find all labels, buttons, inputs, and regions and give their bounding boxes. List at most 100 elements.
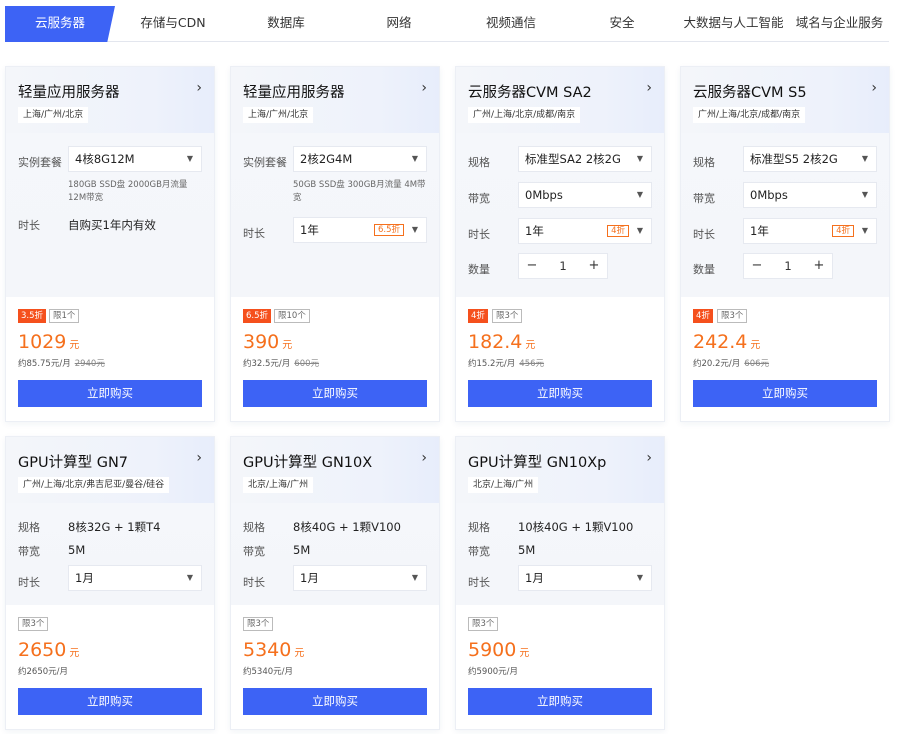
spec-select[interactable]: 标准型S5 2核2G ▼ [743,146,877,172]
card-footer: 4折 限3个 182.4 元约15.2元/月 456元 立即购买 [456,297,664,421]
card-config: 规格 8核40G + 1颗V100 带宽 5M 时长 1月 ▼ [231,503,439,607]
plus-button[interactable]: + [806,254,832,278]
duration-value: 1年 [525,224,544,238]
product-card: GPU计算型 GN10X › 北京/上海/广州 规格 8核40G + 1颗V100 带宽 5… [230,436,440,730]
price: 242.4 元 [693,331,760,353]
duration-label: 时长 [18,576,40,589]
buy-button[interactable]: 立即购买 [243,380,427,407]
quantity-stepper[interactable]: −1 + [743,253,833,279]
duration-value: 1月 [300,571,319,585]
original-price: 456元 [519,359,545,369]
card-title[interactable]: 轻量应用服务器 [243,81,345,102]
spec-label: 规格 [468,156,490,169]
monthly-value: 约20.2元/月 [693,359,741,369]
buy-button[interactable]: 立即购买 [243,688,427,715]
original-price: 2940元 [74,359,105,369]
monthly-price: 约32.5元/月 600元 [243,357,319,369]
card-title[interactable]: 云服务器CVM S5 [693,81,807,102]
plus-button[interactable]: + [581,254,607,278]
price: 5340 元 [243,639,304,661]
card-config: 实例套餐 4核8G12M ▼ 180GB SSD盘 2000GB月流量 12M带宽 时长… [6,133,214,299]
card-footer: 限3个 5900 元约5900元/月 立即购买 [456,605,664,729]
spec-select[interactable]: 2核2G4M ▼ [293,146,427,172]
card-title[interactable]: 云服务器CVM SA2 [468,81,592,102]
spec-label: 规格 [243,521,265,534]
discount-badge: 4折 [468,309,488,323]
buy-button[interactable]: 立即购买 [18,380,202,407]
duration-label: 时长 [468,228,490,241]
card-footer: 4折 限3个 242.4 元约20.2元/月 606元 立即购买 [681,297,889,421]
bandwidth-select[interactable]: 0Mbps ▼ [743,182,877,208]
duration-select[interactable]: 1月 ▼ [68,565,202,591]
quantity-label: 数量 [468,263,490,276]
limit-badge: 限3个 [492,309,523,323]
monthly-value: 约5900元/月 [468,667,518,677]
quantity-stepper[interactable]: −1 + [518,253,608,279]
chevron-down-icon: ▼ [186,154,193,163]
spec-note: 50GB SSD盘 300GB月流量 4M带宽 [293,180,426,203]
card-config: 实例套餐 2核2G4M ▼ 50GB SSD盘 300GB月流量 4M带宽 时长 1年 6.… [231,133,439,299]
discount-tag: 4折 [607,225,629,237]
card-header: GPU计算型 GN10Xp › 北京/上海/广州 [456,437,664,503]
spec-value: 标准型SA2 2核2G [525,152,621,166]
duration-label: 时长 [18,219,40,232]
duration-select[interactable]: 1月 ▼ [518,565,652,591]
card-title[interactable]: GPU计算型 GN7 [18,451,128,472]
buy-button[interactable]: 立即购买 [468,380,652,407]
price-unit: 元 [69,340,80,351]
quantity-value: 1 [559,259,567,273]
monthly-value: 约2650元/月 [18,667,68,677]
duration-value: 1月 [75,571,94,585]
region-tag: 北京/上海/广州 [243,477,314,493]
monthly-price: 约5340元/月 [243,665,293,677]
product-card: 轻量应用服务器 › 上海/广州/北京 实例套餐 2核2G4M ▼ 50GB SSD盘 300… [230,66,440,422]
duration-select[interactable]: 1年 4折 ▼ [743,218,877,244]
bandwidth-label: 带宽 [243,545,265,558]
chevron-right-icon[interactable]: › [196,450,202,466]
price-unit: 元 [750,340,761,351]
card-header: 轻量应用服务器 › 上海/广州/北京 [6,67,214,133]
price-value: 390 [243,331,280,353]
chevron-right-icon[interactable]: › [871,80,877,96]
minus-button[interactable]: − [744,254,770,278]
product-card: 轻量应用服务器 › 上海/广州/北京 实例套餐 4核8G12M ▼ 180GB SSD盘 2… [5,66,215,422]
chevron-right-icon[interactable]: › [421,80,427,96]
region-tag: 广州/上海/北京/成都/南京 [693,107,806,123]
duration-select[interactable]: 1年 4折 ▼ [518,218,652,244]
region-tag: 广州/上海/北京/弗吉尼亚/曼谷/硅谷 [18,477,170,493]
chevron-down-icon: ▼ [636,226,643,235]
monthly-value: 约5340元/月 [243,667,293,677]
chevron-down-icon: ▼ [861,226,868,235]
buy-button[interactable]: 立即购买 [468,688,652,715]
price-unit: 元 [69,648,80,659]
price-unit: 元 [525,340,536,351]
duration-select[interactable]: 1年 6.5折 ▼ [293,217,427,243]
spec-value: 标准型S5 2核2G [750,152,838,166]
bandwidth-value: 5M [293,543,311,557]
region-tag: 广州/上海/北京/成都/南京 [468,107,581,123]
chevron-right-icon[interactable]: › [646,450,652,466]
spec-select[interactable]: 4核8G12M ▼ [68,146,202,172]
card-header: GPU计算型 GN7 › 广州/上海/北京/弗吉尼亚/曼谷/硅谷 [6,437,214,503]
card-title[interactable]: 轻量应用服务器 [18,81,120,102]
card-title[interactable]: GPU计算型 GN10Xp [468,451,606,472]
discount-badge: 4折 [693,309,713,323]
buy-button[interactable]: 立即购买 [18,688,202,715]
chevron-right-icon[interactable]: › [421,450,427,466]
spec-value: 8核40G + 1颗V100 [293,520,401,534]
chevron-down-icon: ▼ [411,225,418,234]
price-value: 1029 [18,331,67,353]
minus-button[interactable]: − [519,254,545,278]
spec-select[interactable]: 标准型SA2 2核2G ▼ [518,146,652,172]
duration-select[interactable]: 1月 ▼ [293,565,427,591]
chevron-right-icon[interactable]: › [646,80,652,96]
monthly-price: 约2650元/月 [18,665,68,677]
card-header: 云服务器CVM SA2 › 广州/上海/北京/成都/南京 [456,67,664,133]
chevron-right-icon[interactable]: › [196,80,202,96]
bandwidth-select[interactable]: 0Mbps ▼ [518,182,652,208]
bandwidth-label: 带宽 [18,545,40,558]
card-title[interactable]: GPU计算型 GN10X [243,451,372,472]
discount-badge: 3.5折 [18,309,47,323]
buy-button[interactable]: 立即购买 [693,380,877,407]
duration-label: 时长 [243,227,265,240]
